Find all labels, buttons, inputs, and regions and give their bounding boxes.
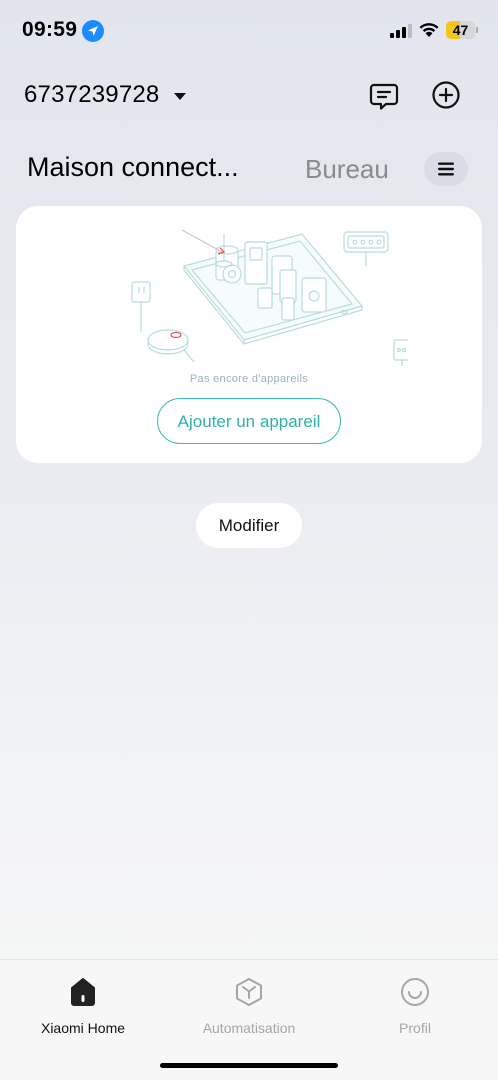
menu-icon xyxy=(438,162,454,176)
account-id: 6737239728 xyxy=(24,81,160,108)
account-selector[interactable]: 6737239728 xyxy=(24,80,187,110)
status-time: 09:59 xyxy=(22,18,78,41)
edit-button[interactable]: Modifier xyxy=(196,503,302,548)
messages-icon xyxy=(369,83,399,110)
add-circle-icon xyxy=(432,81,460,109)
home-menu-button[interactable] xyxy=(424,152,468,186)
battery-level: 47 xyxy=(452,22,469,38)
battery-icon: 47 xyxy=(446,21,478,39)
smart-home-illustration xyxy=(131,229,408,366)
profile-smile-icon xyxy=(401,978,429,1006)
nav-item-automatisation[interactable]: Automatisation xyxy=(179,976,319,1036)
wifi-icon xyxy=(419,23,439,37)
status-bar: 09:59 47 xyxy=(0,0,498,60)
empty-state-message: Pas encore d'appareils xyxy=(189,373,309,385)
nav-label-automatisation: Automatisation xyxy=(202,1020,296,1036)
add-device-button[interactable]: Ajouter un appareil xyxy=(157,398,341,444)
nav-item-profil[interactable]: Profil xyxy=(345,976,485,1036)
home-tab-bureau[interactable]: Bureau xyxy=(305,154,389,185)
nav-label-profil: Profil xyxy=(399,1020,431,1036)
home-tab-maison[interactable]: Maison connect... xyxy=(27,152,239,183)
automation-cube-icon xyxy=(236,978,262,1006)
cellular-signal-icon xyxy=(390,24,412,38)
location-arrow-icon xyxy=(82,20,104,42)
messages-button[interactable] xyxy=(368,80,400,112)
home-icon xyxy=(71,978,95,1006)
chevron-down-icon xyxy=(174,92,187,100)
nav-item-xiaomi-home[interactable]: Xiaomi Home xyxy=(13,976,153,1036)
add-button[interactable] xyxy=(430,79,462,111)
bottom-nav: Xiaomi Home Automatisation Profil xyxy=(0,959,498,1080)
nav-label-xiaomi-home: Xiaomi Home xyxy=(40,1020,126,1036)
home-indicator xyxy=(160,1063,338,1068)
